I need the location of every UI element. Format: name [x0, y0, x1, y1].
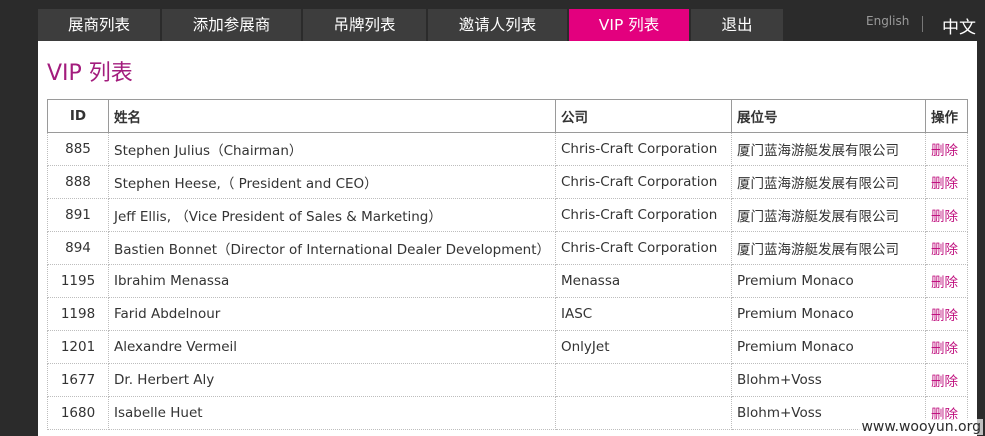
cell-action: 删除 [925, 297, 968, 331]
cell-booth: 厦门蓝海游艇发展有限公司 [731, 198, 926, 232]
content-panel: VIP 列表 ID 姓名 公司 展位号 操作 885 Stephen Juliu… [38, 41, 977, 436]
cell-id: 1680 [47, 396, 109, 430]
page-title: VIP 列表 [47, 61, 133, 86]
delete-link[interactable]: 删除 [931, 242, 958, 258]
table-row: 888 Stephen Heese,（ President and CEO） C… [47, 165, 968, 199]
cell-booth: Premium Monaco [731, 264, 926, 298]
cell-name: Isabelle Huet [108, 396, 556, 430]
cell-name: Stephen Heese,（ President and CEO） [108, 165, 556, 199]
cell-name: Stephen Julius（Chairman） [108, 132, 556, 166]
cell-action: 删除 [925, 132, 968, 166]
nav-inviter-list[interactable]: 邀请人列表 [428, 9, 569, 41]
table-row: 1677 Dr. Herbert Aly Blohm+Voss 删除 [47, 363, 968, 397]
cell-booth: Premium Monaco [731, 297, 926, 331]
cell-name: Farid Abdelnour [108, 297, 556, 331]
column-header-name: 姓名 [108, 99, 556, 133]
column-header-company: 公司 [555, 99, 732, 133]
watermark: www.wooyun.org [859, 419, 983, 435]
cell-company: OnlyJet [555, 330, 732, 364]
cell-company: Chris-Craft Corporation [555, 132, 732, 166]
cell-company: Menassa [555, 264, 732, 298]
column-header-action: 操作 [925, 99, 968, 133]
cell-action: 删除 [925, 330, 968, 364]
cell-booth: Blohm+Voss [731, 363, 926, 397]
column-header-booth: 展位号 [731, 99, 926, 133]
delete-link[interactable]: 删除 [931, 308, 958, 324]
cell-company: IASC [555, 297, 732, 331]
delete-link[interactable]: 删除 [931, 209, 958, 225]
table-header-row: ID 姓名 公司 展位号 操作 [47, 99, 968, 133]
cell-company: Chris-Craft Corporation [555, 231, 732, 265]
cell-name: Bastien Bonnet（Director of International… [108, 231, 556, 265]
table-row: 885 Stephen Julius（Chairman） Chris-Craft… [47, 132, 968, 166]
nav-exhibitor-list[interactable]: 展商列表 [38, 9, 162, 41]
table-row: 1195 Ibrahim Menassa Menassa Premium Mon… [47, 264, 968, 298]
column-header-id: ID [47, 99, 109, 133]
cell-booth: 厦门蓝海游艇发展有限公司 [731, 165, 926, 199]
delete-link[interactable]: 删除 [931, 374, 958, 390]
cell-action: 删除 [925, 165, 968, 199]
language-english[interactable]: English [866, 14, 909, 28]
cell-id: 894 [47, 231, 109, 265]
cell-company [555, 396, 732, 430]
table-row: 891 Jeff Ellis, （Vice President of Sales… [47, 198, 968, 232]
nav-badge-list[interactable]: 吊牌列表 [303, 9, 428, 41]
delete-link[interactable]: 删除 [931, 176, 958, 192]
cell-booth: Premium Monaco [731, 330, 926, 364]
cell-name: Jeff Ellis, （Vice President of Sales & M… [108, 198, 556, 232]
table-row: 1201 Alexandre Vermeil OnlyJet Premium M… [47, 330, 968, 364]
cell-company: Chris-Craft Corporation [555, 165, 732, 199]
cell-id: 1195 [47, 264, 109, 298]
cell-id: 891 [47, 198, 109, 232]
cell-company: Chris-Craft Corporation [555, 198, 732, 232]
cell-action: 删除 [925, 231, 968, 265]
cell-name: Dr. Herbert Aly [108, 363, 556, 397]
nav-logout[interactable]: 退出 [691, 9, 783, 41]
cell-id: 1198 [47, 297, 109, 331]
cell-booth: 厦门蓝海游艇发展有限公司 [731, 132, 926, 166]
cell-id: 888 [47, 165, 109, 199]
cell-action: 删除 [925, 264, 968, 298]
cell-id: 1677 [47, 363, 109, 397]
cell-company [555, 363, 732, 397]
table-row: 1198 Farid Abdelnour IASC Premium Monaco… [47, 297, 968, 331]
cell-id: 885 [47, 132, 109, 166]
language-divider [922, 16, 923, 32]
cell-id: 1201 [47, 330, 109, 364]
cell-name: Ibrahim Menassa [108, 264, 556, 298]
top-bar: 展商列表 添加参展商 吊牌列表 邀请人列表 VIP 列表 退出 English … [0, 0, 985, 41]
table-row: 894 Bastien Bonnet（Director of Internati… [47, 231, 968, 265]
cell-name: Alexandre Vermeil [108, 330, 556, 364]
delete-link[interactable]: 删除 [931, 275, 958, 291]
table-row: 1680 Isabelle Huet Blohm+Voss 删除 [47, 396, 968, 430]
nav-add-exhibitor[interactable]: 添加参展商 [162, 9, 303, 41]
vip-table: ID 姓名 公司 展位号 操作 885 Stephen Julius（Chair… [47, 99, 968, 430]
delete-link[interactable]: 删除 [931, 143, 958, 159]
delete-link[interactable]: 删除 [931, 341, 958, 357]
cell-action: 删除 [925, 198, 968, 232]
cell-booth: 厦门蓝海游艇发展有限公司 [731, 231, 926, 265]
nav-vip-list[interactable]: VIP 列表 [569, 9, 691, 41]
language-chinese[interactable]: 中文 [942, 13, 976, 38]
cell-action: 删除 [925, 363, 968, 397]
main-nav: 展商列表 添加参展商 吊牌列表 邀请人列表 VIP 列表 退出 [38, 9, 783, 41]
